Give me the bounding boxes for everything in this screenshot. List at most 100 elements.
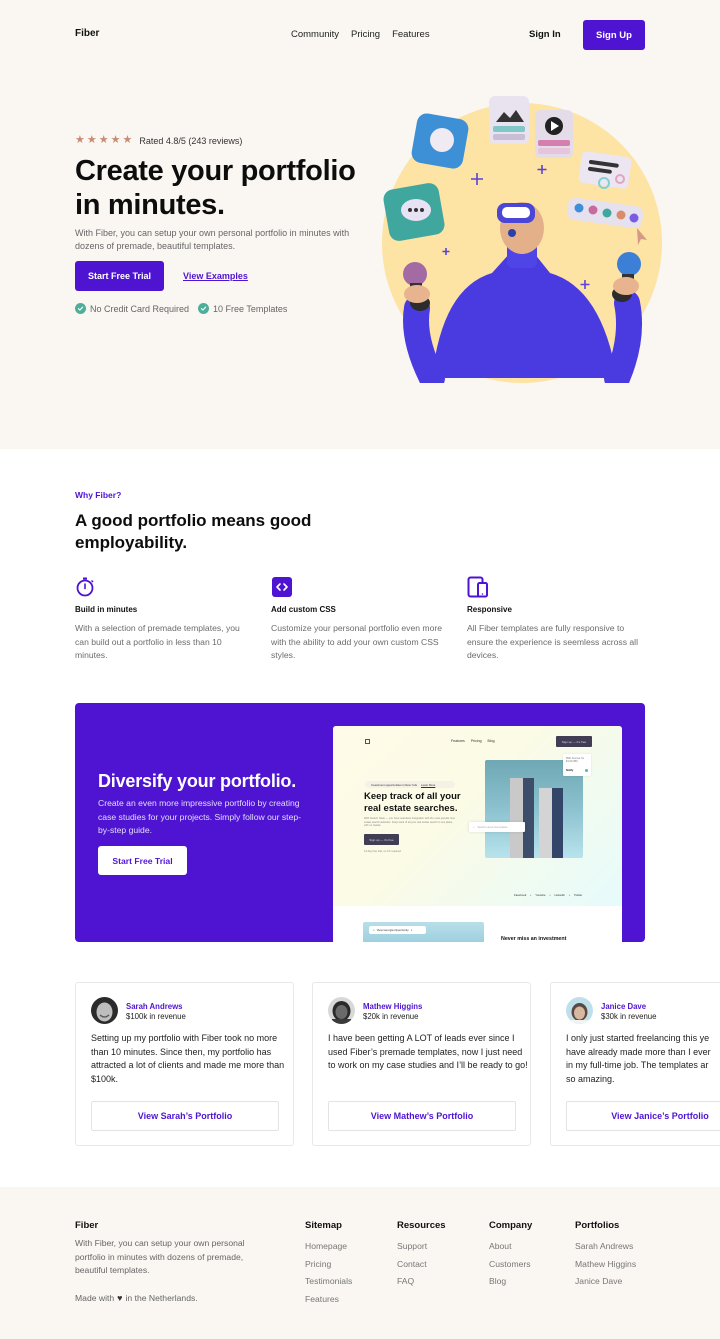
main-nav: Community Pricing Features <box>291 29 430 40</box>
building-shape <box>539 788 563 858</box>
footer-link[interactable]: About <box>489 1238 532 1256</box>
preview-notify: Notify <box>566 769 588 772</box>
toggle-icon <box>585 769 588 772</box>
promo-start-trial-button[interactable]: Start Free Trial <box>98 846 187 875</box>
preview-tag-text: View Georgia Opportunity <box>376 928 409 932</box>
footer-link[interactable]: Features <box>305 1291 352 1309</box>
check-circle-icon <box>75 303 86 314</box>
star-icon: ★ <box>75 134 85 146</box>
testimonial-revenue: $20k in revenue <box>363 1012 419 1021</box>
rating-stars: ★ ★ ★ ★ ★ <box>75 135 132 146</box>
preview-social: Facebook <box>514 893 527 897</box>
why-title: A good portfolio means good employabilit… <box>75 511 312 552</box>
footer-link[interactable]: Contact <box>397 1256 446 1274</box>
sign-in-link[interactable]: Sign In <box>529 29 561 40</box>
testimonial-name: Janice Dave <box>601 1002 647 1011</box>
quote-line: have already made more than I ever <box>566 1046 711 1057</box>
nav-community[interactable]: Community <box>291 29 339 40</box>
footer-link[interactable]: Homepage <box>305 1238 352 1256</box>
nav-pricing[interactable]: Pricing <box>351 29 380 40</box>
pin-icon: ● <box>373 928 375 932</box>
preview-note: 14 day free trial, no CC required <box>364 850 401 853</box>
footer-column-title: Portfolios <box>575 1220 620 1231</box>
preview-announcement: Investment opportunities in New York Lea… <box>365 781 455 788</box>
footer-column-sitemap: Sitemap Homepage Pricing Testimonials Fe… <box>305 1220 352 1308</box>
testimonial-revenue: $30k in revenue <box>601 1012 657 1021</box>
view-portfolio-button[interactable]: View Sarah’s Portfolio <box>91 1101 279 1131</box>
footer-column-title: Company <box>489 1220 533 1231</box>
preview-price: $1,00,680 <box>566 760 578 763</box>
hero-section: Fiber Community Pricing Features Sign In… <box>0 0 720 449</box>
hero-checks: No Credit Card Required 10 Free Template… <box>75 303 287 314</box>
feature-desc: With a selection of premade templates, y… <box>75 623 240 660</box>
close-icon: × <box>410 928 413 932</box>
logo[interactable]: Fiber <box>75 28 99 39</box>
preview-social: Youtube <box>535 893 546 897</box>
preview-search: ⌕ Search saved real estates <box>469 822 525 832</box>
promo-banner: Diversify your portfolio. Create an even… <box>75 703 645 942</box>
footer-column-portfolios: Portfolios Sarah Andrews Mathew Higgins … <box>575 1220 636 1291</box>
check-no-credit-card: No Credit Card Required <box>75 303 189 314</box>
footer-link[interactable]: FAQ <box>397 1273 446 1291</box>
testimonial-revenue: $100k in revenue <box>126 1012 186 1021</box>
testimonial-card: Janice Dave $30k in revenue I only just … <box>550 982 720 1146</box>
footer-link[interactable]: Janice Dave <box>575 1273 636 1291</box>
preview-nav-item: Pricing <box>470 739 482 743</box>
preview-pill-text: Investment opportunities in New York <box>371 782 418 787</box>
preview-signup-button: Sign up — it's free <box>556 736 592 747</box>
rating-text: Rated 4.8/5 (243 reviews) <box>139 135 243 146</box>
hero-subtitle: With Fiber, you can setup your own perso… <box>75 228 350 251</box>
check-free-templates: 10 Free Templates <box>198 303 287 314</box>
footer-about: With Fiber, you can setup your own perso… <box>75 1238 245 1275</box>
feature-desc: Customize your personal portfolio even m… <box>271 623 443 660</box>
preview-tag: ● View Georgia Opportunity × <box>369 926 426 934</box>
footer-logo: Fiber <box>75 1220 99 1231</box>
preview-nav: Features Pricing Blog <box>451 739 495 743</box>
footer-column-company: Company About Customers Blog <box>489 1220 532 1291</box>
quote-line: in my full-time job. The templates ar <box>566 1060 709 1070</box>
made-suffix: in the Netherlands. <box>125 1293 198 1303</box>
preview-nav-item: Blog <box>487 739 495 743</box>
feature-custom-css: Add custom CSS Customize your personal p… <box>271 576 451 663</box>
promo-title: Diversify your portfolio. <box>98 771 297 791</box>
footer-made-with: Made with ♥ in the Netherlands. <box>75 1293 198 1303</box>
feature-title: Build in minutes <box>75 605 138 614</box>
preview-pill-link: Learn More <box>421 782 436 787</box>
avatar <box>91 997 118 1024</box>
promo-subtitle: Create an even more impressive portfolio… <box>98 798 301 835</box>
avatar <box>328 997 355 1024</box>
footer-link[interactable]: Mathew Higgins <box>575 1256 636 1274</box>
footer-link[interactable]: Support <box>397 1238 446 1256</box>
footer-column-title: Resources <box>397 1220 446 1231</box>
testimonial-card: Sarah Andrews $100k in revenue Setting u… <box>75 982 294 1146</box>
quote-line: so amazing. <box>566 1073 615 1084</box>
quote-line: I only just started freelancing this ye <box>566 1033 710 1043</box>
footer-link[interactable]: Sarah Andrews <box>575 1238 636 1256</box>
building-shape <box>510 778 534 858</box>
preview-social-links: Facebook • Youtube • LinkedIn • Twitter <box>514 893 583 897</box>
template-preview: Features Pricing Blog Sign up — it's fre… <box>333 726 622 942</box>
check-label: 10 Free Templates <box>213 303 288 314</box>
stopwatch-icon <box>76 577 94 597</box>
sign-up-button[interactable]: Sign Up <box>583 20 645 50</box>
preview-desc: With Search State — you have seamless in… <box>364 817 455 827</box>
footer-link[interactable]: Testimonials <box>305 1273 352 1291</box>
feature-responsive: Responsive All Fiber templates are fully… <box>467 576 647 663</box>
view-portfolio-button[interactable]: View Mathew’s Portfolio <box>328 1101 516 1131</box>
footer-link[interactable]: Pricing <box>305 1256 352 1274</box>
check-circle-icon <box>198 303 210 314</box>
testimonial-card: Mathew Higgins $20k in revenue I have be… <box>312 982 531 1146</box>
start-free-trial-button[interactable]: Start Free Trial <box>75 261 164 291</box>
feature-build-in-minutes: Build in minutes With a selection of pre… <box>75 576 255 663</box>
view-examples-link[interactable]: View Examples <box>183 271 248 281</box>
star-icon: ★ <box>110 134 121 146</box>
nav-features[interactable]: Features <box>392 29 430 40</box>
testimonial-name: Sarah Andrews <box>126 1002 183 1011</box>
star-icon: ★ <box>98 134 109 146</box>
footer-link[interactable]: Blog <box>489 1273 532 1291</box>
footer-link[interactable]: Customers <box>489 1256 532 1274</box>
hero-title: Create your portfolio in minutes. <box>75 155 356 221</box>
view-portfolio-button[interactable]: View Janice’s Portfolio <box>566 1101 720 1131</box>
devices-icon <box>467 576 488 598</box>
rating: ★ ★ ★ ★ ★ Rated 4.8/5 (243 reviews) <box>75 135 242 146</box>
